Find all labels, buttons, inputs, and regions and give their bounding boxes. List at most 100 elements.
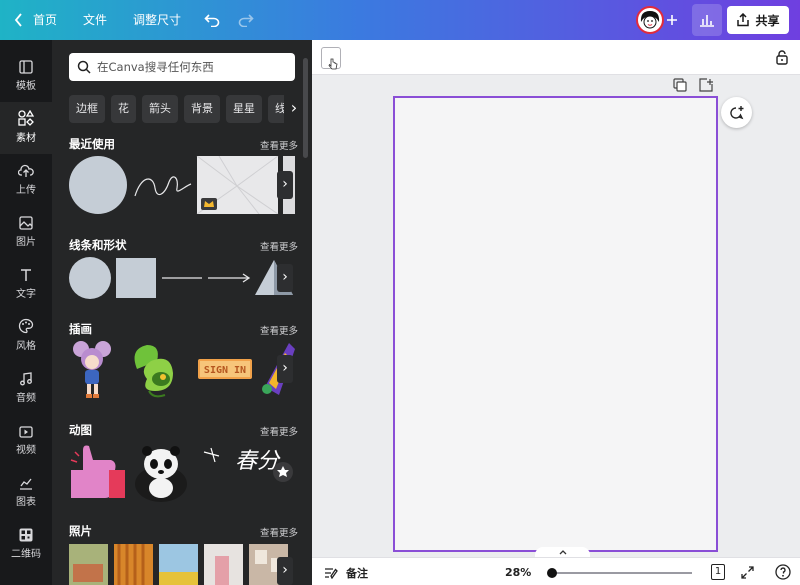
design-page[interactable] xyxy=(393,96,718,552)
chip-flowers[interactable]: 花 xyxy=(111,95,136,123)
avatar-face-icon xyxy=(640,11,660,29)
redo-button[interactable] xyxy=(235,10,257,30)
bar-chart-icon xyxy=(700,15,714,27)
photo-icon xyxy=(19,216,33,230)
resize-menu[interactable]: 调整尺寸 xyxy=(133,0,181,40)
rail-item-charts[interactable]: 图表 xyxy=(0,466,52,518)
upload-icon xyxy=(18,164,34,177)
search-input[interactable] xyxy=(97,60,287,74)
chips-next-button[interactable]: › xyxy=(284,95,304,123)
notes-button[interactable]: 备注 xyxy=(324,565,368,581)
panda-animation xyxy=(135,446,187,502)
animated-items: 春分 xyxy=(70,445,293,502)
photos-row: › xyxy=(69,544,295,585)
duplicate-icon xyxy=(673,78,687,92)
rail-label: 图表 xyxy=(16,497,36,508)
shape-arrow xyxy=(208,273,251,283)
help-button[interactable] xyxy=(774,563,791,580)
rail-item-qrcode[interactable]: 二维码 xyxy=(0,518,52,570)
see-more-recent[interactable]: 查看更多 xyxy=(260,138,298,152)
template-icon xyxy=(19,60,33,74)
rail-label: 视频 xyxy=(16,445,36,456)
rail-item-templates[interactable]: 模板 xyxy=(0,50,52,102)
illustrations-next-button[interactable]: › xyxy=(277,355,293,383)
chip-arrows[interactable]: 箭头 xyxy=(142,95,178,123)
zoom-level: 28% xyxy=(505,566,532,579)
shapes-row: › xyxy=(69,256,295,300)
rail-item-styles[interactable]: 风格 xyxy=(0,310,52,362)
chip-backgrounds[interactable]: 背景 xyxy=(184,95,220,123)
see-more-animated[interactable]: 查看更多 xyxy=(260,424,298,438)
add-comment-button[interactable] xyxy=(721,97,752,128)
notes-label: 备注 xyxy=(346,567,368,580)
recent-row: › xyxy=(69,155,295,215)
comment-add-icon xyxy=(729,105,743,119)
rail-label: 素材 xyxy=(16,133,36,144)
see-more-shapes[interactable]: 查看更多 xyxy=(260,239,298,253)
rail-item-audio[interactable]: 音频 xyxy=(0,362,52,414)
rail-label: 音频 xyxy=(16,393,36,404)
zoom-slider-thumb[interactable] xyxy=(547,568,557,578)
see-more-photos[interactable]: 查看更多 xyxy=(260,525,298,539)
recent-next-button[interactable]: › xyxy=(277,171,293,199)
home-label: 首页 xyxy=(33,13,58,27)
suggestion-chips: 边框 花 箭头 背景 星星 线条 xyxy=(69,95,304,123)
photo-items xyxy=(69,544,288,585)
rail-label: 二维码 xyxy=(11,549,41,560)
chevron-left-icon xyxy=(14,13,22,27)
audio-icon xyxy=(20,372,32,386)
search-box[interactable] xyxy=(69,53,295,81)
undo-button[interactable] xyxy=(201,10,223,30)
shapes-next-button[interactable]: › xyxy=(277,264,293,292)
background-color-button[interactable] xyxy=(321,47,341,70)
chip-borders[interactable]: 边框 xyxy=(69,95,105,123)
section-title-animated: 动图 xyxy=(69,423,92,437)
sprout-character-illustration xyxy=(134,345,173,398)
spring-equinox-calligraphy: 春分 xyxy=(203,447,281,474)
chart-icon xyxy=(20,478,32,490)
rail-item-elements[interactable]: 素材 xyxy=(0,102,52,154)
redo-icon xyxy=(238,14,254,27)
recent-circle-shape xyxy=(69,156,127,214)
rail-item-text[interactable]: 文字 xyxy=(0,258,52,310)
sign-in-pixel-illustration: SIGN IN xyxy=(198,359,252,379)
lock-button[interactable] xyxy=(774,48,790,66)
page-count-button[interactable]: 1 xyxy=(711,564,725,580)
home-button[interactable]: 首页 xyxy=(14,0,57,40)
shape-items xyxy=(69,257,293,299)
share-button[interactable]: 共享 xyxy=(727,6,789,34)
rail-label: 文字 xyxy=(16,289,36,300)
duplicate-page-button[interactable] xyxy=(673,78,687,92)
zoom-slider-track[interactable] xyxy=(552,572,692,574)
mouse-girl-illustration xyxy=(73,341,111,398)
shape-circle xyxy=(69,257,111,299)
rail-label: 风格 xyxy=(16,341,36,352)
elements-icon xyxy=(18,110,34,126)
recent-items xyxy=(69,155,295,215)
expand-icon xyxy=(740,565,754,579)
section-title-shapes: 线条和形状 xyxy=(69,238,127,252)
rail-item-upload[interactable]: 上传 xyxy=(0,154,52,206)
panel-scrollbar[interactable] xyxy=(303,58,308,158)
recent-squiggle-line xyxy=(134,176,192,197)
fullscreen-button[interactable] xyxy=(740,565,754,579)
share-label: 共享 xyxy=(755,13,780,28)
editor-subbar xyxy=(312,40,800,75)
side-rail: 模板 素材 上传 图片 文字 风格 音频 视频 图表 二维码 xyxy=(0,40,52,585)
rail-item-video[interactable]: 视频 xyxy=(0,414,52,466)
see-more-illustrations[interactable]: 查看更多 xyxy=(260,323,298,337)
file-menu[interactable]: 文件 xyxy=(83,0,107,40)
add-page-button[interactable] xyxy=(699,78,713,92)
insights-button[interactable] xyxy=(692,4,722,36)
style-icon xyxy=(18,318,34,334)
shape-square xyxy=(116,258,156,298)
user-avatar[interactable] xyxy=(636,6,664,34)
text-icon xyxy=(21,269,31,281)
search-icon xyxy=(77,60,91,74)
plus-icon xyxy=(667,15,677,25)
add-collaborator-button[interactable] xyxy=(664,10,680,30)
rail-item-photos[interactable]: 图片 xyxy=(0,206,52,258)
video-icon xyxy=(19,426,33,438)
photos-next-button[interactable]: › xyxy=(277,557,293,585)
chip-stars[interactable]: 星星 xyxy=(226,95,262,123)
